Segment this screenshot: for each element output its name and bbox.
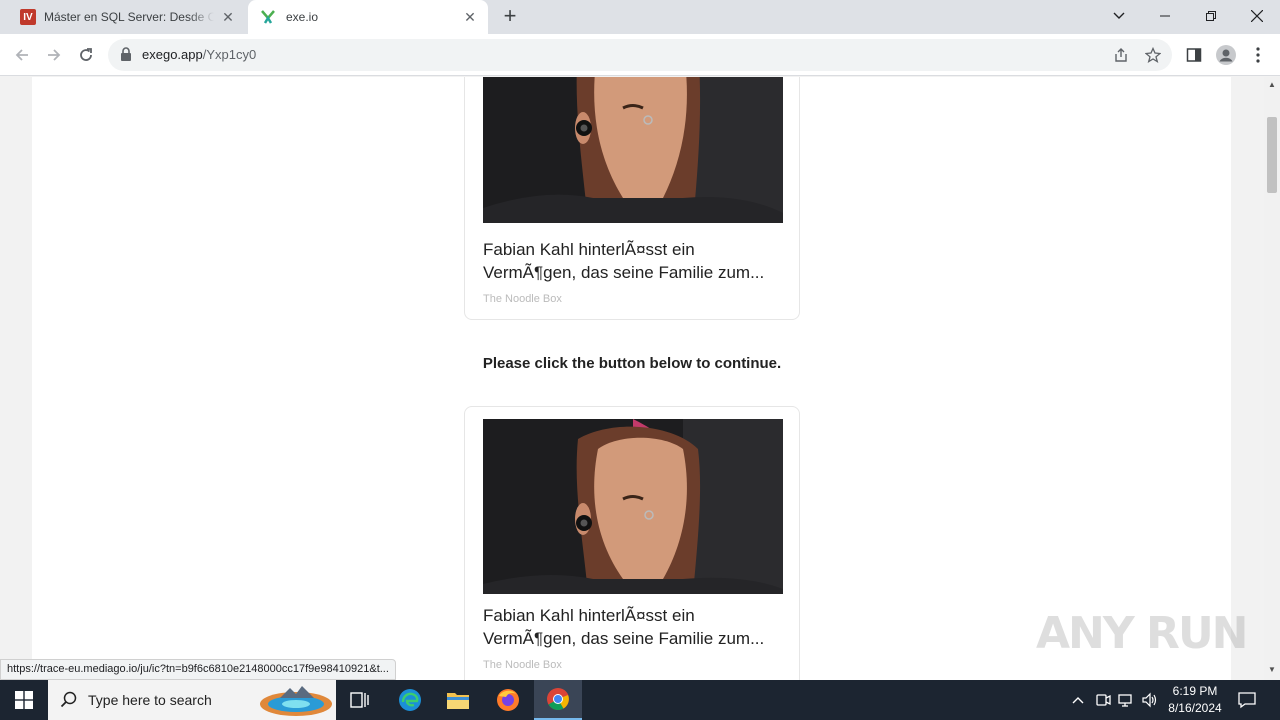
side-panel-icon <box>1186 48 1202 62</box>
link-status-bubble: https://trace-eu.mediago.io/ju/ic?tn=b9f… <box>0 659 396 680</box>
search-highlight-image <box>260 686 332 716</box>
close-tab-icon[interactable]: ✕ <box>462 9 478 25</box>
tab-search-button[interactable] <box>1096 0 1142 32</box>
watermark-text: ANY RUN <box>1036 608 1248 659</box>
network-icon <box>1118 694 1132 707</box>
file-explorer-button[interactable] <box>434 680 482 720</box>
clock-date: 8/16/2024 <box>1168 701 1222 715</box>
lock-icon <box>121 47 131 61</box>
tab-sql-course[interactable]: IV Máster en SQL Server: Desde Cero ✕ <box>8 0 246 34</box>
firefox-icon <box>497 689 519 711</box>
edge-icon <box>399 689 421 711</box>
chrome-icon <box>547 688 569 710</box>
clock-time: 6:19 PM <box>1172 684 1218 698</box>
chevron-down-icon <box>1113 12 1125 19</box>
taskbar-clock[interactable]: 6:19 PM 8/16/2024 <box>1160 683 1230 717</box>
new-tab-button[interactable]: + <box>498 5 522 29</box>
chevron-up-icon <box>1072 697 1084 704</box>
restore-button[interactable] <box>1188 0 1234 32</box>
arrow-right-icon <box>48 49 61 61</box>
browser-toolbar: exego.app/Yxp1cy0 <box>0 34 1280 76</box>
tab-strip: IV Máster en SQL Server: Desde Cero ✕ ex… <box>0 0 1280 34</box>
windows-taskbar: Type here to search 6:19 PM 8/16/2024 <box>0 680 1280 720</box>
continue-message: Please click the button below to continu… <box>482 355 782 372</box>
url-path: /Yxp1cy0 <box>202 47 257 62</box>
volume-button[interactable] <box>1140 690 1160 710</box>
share-icon <box>1115 48 1127 62</box>
chrome-taskbar-button[interactable] <box>534 680 582 720</box>
firefox-taskbar-button[interactable] <box>484 680 532 720</box>
scroll-up-icon[interactable]: ▲ <box>1268 80 1276 89</box>
share-button[interactable] <box>1112 46 1130 64</box>
start-button[interactable] <box>0 680 48 720</box>
scroll-thumb[interactable] <box>1267 117 1277 193</box>
star-icon <box>1145 47 1161 63</box>
close-icon <box>1251 10 1263 22</box>
close-tab-icon[interactable]: ✕ <box>220 9 236 25</box>
task-view-button[interactable] <box>336 680 384 720</box>
close-window-button[interactable] <box>1234 0 1280 32</box>
anyrun-watermark: ANY RUN <box>1036 608 1248 659</box>
more-vert-icon <box>1256 47 1260 63</box>
page-viewport: Fabian Kahl hinterlÃ¤sst ein VermÃ¶gen, … <box>0 77 1264 680</box>
profile-avatar-icon <box>1216 45 1236 65</box>
scroll-down-icon[interactable]: ▼ <box>1268 665 1276 674</box>
meet-now-icon <box>1096 694 1111 706</box>
url-text: exego.app/Yxp1cy0 <box>142 47 256 62</box>
reload-icon <box>80 48 92 61</box>
article-image[interactable] <box>483 77 783 223</box>
article-title[interactable]: Fabian Kahl hinterlÃ¤sst ein VermÃ¶gen, … <box>483 238 783 284</box>
edge-taskbar-button[interactable] <box>386 680 434 720</box>
arrow-left-icon <box>15 49 28 61</box>
article-title[interactable]: Fabian Kahl hinterlÃ¤sst ein VermÃ¶gen, … <box>483 604 783 650</box>
task-view-icon <box>350 692 369 708</box>
tab-title: exe.io <box>286 10 319 24</box>
tab-exe-io[interactable]: exe.io ✕ <box>248 0 488 34</box>
restore-icon <box>1206 11 1216 21</box>
reload-button[interactable] <box>72 41 100 69</box>
tab-title: Máster en SQL Server: Desde Cero <box>44 10 214 24</box>
menu-button[interactable] <box>1248 45 1268 65</box>
back-button[interactable] <box>8 41 36 69</box>
address-bar[interactable]: exego.app/Yxp1cy0 <box>108 39 1172 71</box>
show-hidden-icons-button[interactable] <box>1068 690 1088 710</box>
url-host: exego.app <box>142 47 203 62</box>
search-placeholder: Type here to search <box>88 692 212 708</box>
forward-button[interactable] <box>40 41 68 69</box>
windows-logo-icon <box>15 691 33 709</box>
minimize-icon <box>1160 15 1170 17</box>
article-source: The Noodle Box <box>483 293 562 305</box>
portrait-photo <box>483 77 783 223</box>
notification-icon <box>1238 692 1256 709</box>
speaker-icon <box>1142 692 1157 708</box>
exe-logo-icon <box>261 10 275 24</box>
vertical-scrollbar[interactable]: ▲ ▼ <box>1264 77 1280 680</box>
article-source: The Noodle Box <box>483 659 562 671</box>
search-icon <box>60 691 77 708</box>
profile-button[interactable] <box>1216 45 1236 65</box>
side-panel-button[interactable] <box>1184 45 1204 65</box>
portrait-photo <box>483 419 783 594</box>
minimize-button[interactable] <box>1142 0 1188 32</box>
network-button[interactable] <box>1116 690 1136 710</box>
bookmark-button[interactable] <box>1144 46 1162 64</box>
taskbar-search-box[interactable]: Type here to search <box>48 680 336 720</box>
iv-logo-icon: IV <box>20 9 36 25</box>
notifications-button[interactable] <box>1237 690 1257 710</box>
folder-icon <box>447 693 469 709</box>
meet-now-button[interactable] <box>1093 690 1113 710</box>
article-image[interactable] <box>483 419 783 594</box>
